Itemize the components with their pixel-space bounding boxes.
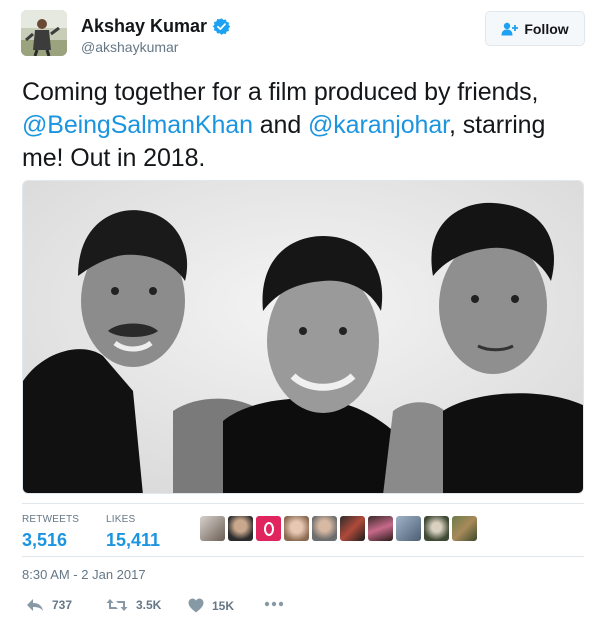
retweets-count[interactable]: 3,516 bbox=[22, 530, 79, 551]
liker-avatar[interactable] bbox=[340, 516, 365, 541]
tweet-text-part1: Coming together for a film produced by f… bbox=[22, 78, 539, 106]
retweet-action[interactable]: 3.5K bbox=[106, 598, 161, 612]
like-count: 15K bbox=[212, 598, 235, 613]
verified-badge-icon bbox=[212, 18, 231, 35]
avatar[interactable] bbox=[21, 10, 67, 56]
tweet-text: Coming together for a film produced by f… bbox=[22, 76, 590, 175]
retweets-label: RETWEETS bbox=[22, 514, 80, 525]
more-dots-icon bbox=[264, 601, 284, 607]
liker-avatar[interactable] bbox=[424, 516, 449, 541]
liker-avatar[interactable] bbox=[452, 516, 477, 541]
likes-count[interactable]: 15,411 bbox=[106, 530, 160, 551]
liker-avatar[interactable] bbox=[368, 516, 393, 541]
mention-link-karanjohar[interactable]: @karanjohar bbox=[308, 111, 449, 139]
reply-count: 737 bbox=[52, 598, 73, 612]
liker-avatar[interactable] bbox=[284, 516, 309, 541]
likes-label: LIKES bbox=[106, 514, 136, 525]
divider-top bbox=[22, 503, 584, 504]
reply-action[interactable]: 737 bbox=[26, 598, 72, 612]
follow-button[interactable]: Follow bbox=[485, 11, 585, 46]
mention-link-beingsalmankhan[interactable]: @BeingSalmanKhan bbox=[22, 111, 253, 139]
like-action[interactable]: 15K bbox=[188, 598, 234, 613]
tweet-photo[interactable] bbox=[22, 180, 584, 494]
retweet-count: 3.5K bbox=[136, 598, 162, 612]
divider-bottom bbox=[22, 556, 584, 557]
author-name-row[interactable]: Akshay Kumar bbox=[81, 16, 231, 37]
follow-person-icon bbox=[501, 22, 519, 35]
tweet-text-part2: and bbox=[252, 111, 308, 139]
like-heart-icon bbox=[188, 598, 204, 613]
tweet-card: Akshay Kumar @akshaykumar Follow Coming … bbox=[0, 0, 605, 631]
liker-avatar[interactable] bbox=[200, 516, 225, 541]
liker-avatar[interactable] bbox=[396, 516, 421, 541]
likes-stat[interactable]: LIKES 15,411 bbox=[106, 514, 160, 551]
retweets-stat[interactable]: RETWEETS 3,516 bbox=[22, 514, 79, 551]
liker-avatar[interactable] bbox=[256, 516, 281, 541]
display-name[interactable]: Akshay Kumar bbox=[81, 16, 207, 37]
liker-avatar[interactable] bbox=[312, 516, 337, 541]
liker-avatar[interactable] bbox=[228, 516, 253, 541]
more-action[interactable] bbox=[264, 601, 284, 607]
follow-label: Follow bbox=[524, 20, 569, 37]
reply-icon bbox=[27, 599, 43, 611]
tweet-timestamp[interactable]: 8:30 AM - 2 Jan 2017 bbox=[22, 567, 146, 582]
liker-avatars bbox=[200, 516, 477, 541]
user-handle[interactable]: @akshaykumar bbox=[81, 39, 178, 55]
retweet-icon bbox=[106, 599, 128, 611]
